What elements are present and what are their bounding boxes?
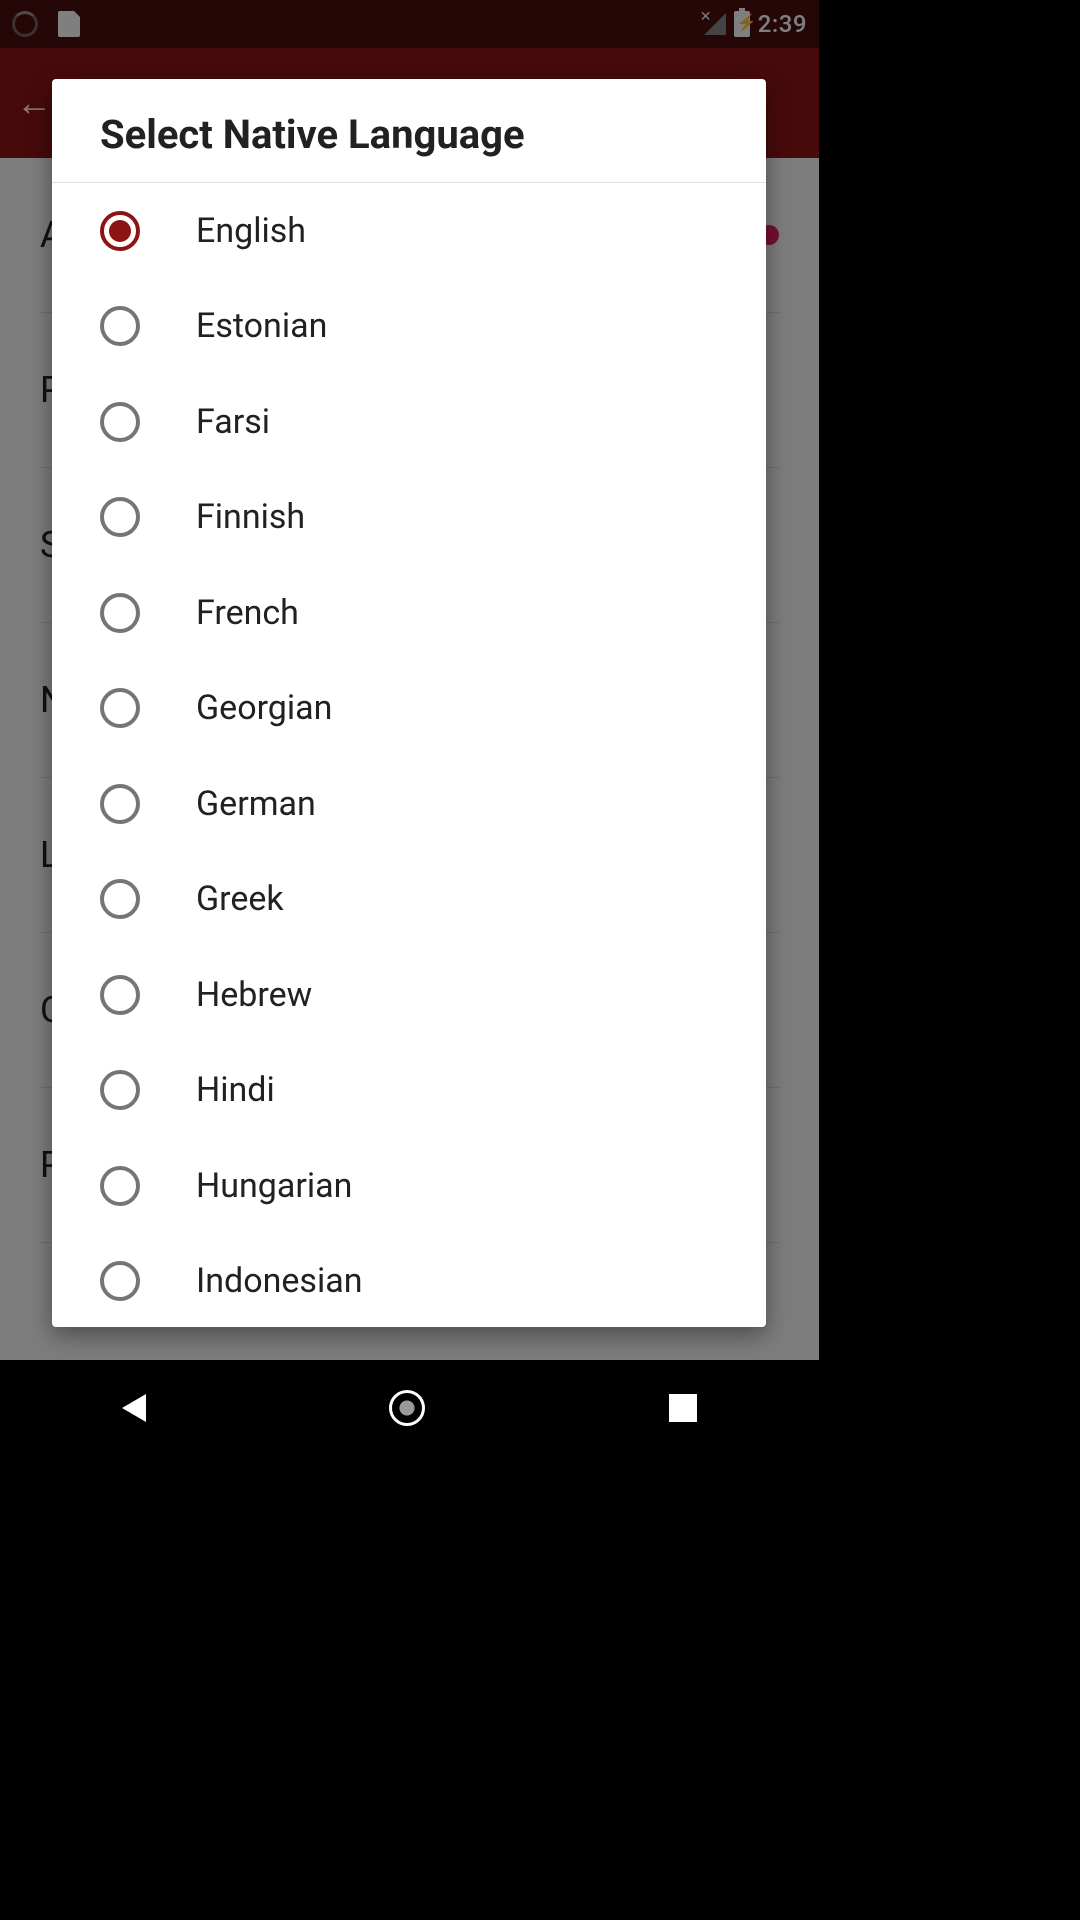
radio-button-icon [100, 688, 140, 728]
language-option[interactable]: Greek [52, 852, 766, 948]
language-label: French [196, 593, 299, 633]
radio-button-icon [100, 593, 140, 633]
dialog-title: Select Native Language [52, 79, 766, 183]
radio-button-icon [100, 1261, 140, 1301]
nav-back-button[interactable] [122, 1394, 146, 1422]
language-option[interactable]: Hungarian [52, 1138, 766, 1234]
language-label: Greek [196, 879, 284, 919]
language-label: English [196, 211, 306, 251]
language-option[interactable]: Finnish [52, 470, 766, 566]
language-dialog: Select Native Language English Estonian Fa… [52, 79, 766, 1327]
language-option[interactable]: Georgian [52, 661, 766, 757]
language-option[interactable]: English [52, 183, 766, 279]
radio-button-icon [100, 211, 140, 251]
radio-button-icon [100, 1070, 140, 1110]
language-label: German [196, 784, 316, 824]
language-option[interactable]: Indonesian [52, 1234, 766, 1328]
language-option[interactable]: Hebrew [52, 947, 766, 1043]
navigation-bar [0, 1360, 819, 1456]
radio-button-icon [100, 402, 140, 442]
language-option[interactable]: French [52, 565, 766, 661]
nav-home-button[interactable] [389, 1390, 425, 1426]
language-label: Hindi [196, 1070, 275, 1110]
radio-button-icon [100, 975, 140, 1015]
language-option[interactable]: Hindi [52, 1043, 766, 1139]
language-label: Estonian [196, 306, 327, 346]
language-label: Farsi [196, 402, 270, 442]
language-option[interactable]: Estonian [52, 279, 766, 375]
language-option[interactable]: Farsi [52, 374, 766, 470]
language-label: Finnish [196, 497, 305, 537]
language-label: Georgian [196, 688, 332, 728]
language-label: Hebrew [196, 975, 312, 1015]
radio-button-icon [100, 497, 140, 537]
language-list[interactable]: English Estonian Farsi Finnish French Georgia… [52, 183, 766, 1327]
language-label: Indonesian [196, 1261, 362, 1301]
language-label: Hungarian [196, 1166, 352, 1206]
radio-button-icon [100, 784, 140, 824]
radio-button-icon [100, 306, 140, 346]
language-option[interactable]: German [52, 756, 766, 852]
radio-button-icon [100, 879, 140, 919]
nav-recent-button[interactable] [669, 1394, 697, 1422]
radio-button-icon [100, 1166, 140, 1206]
